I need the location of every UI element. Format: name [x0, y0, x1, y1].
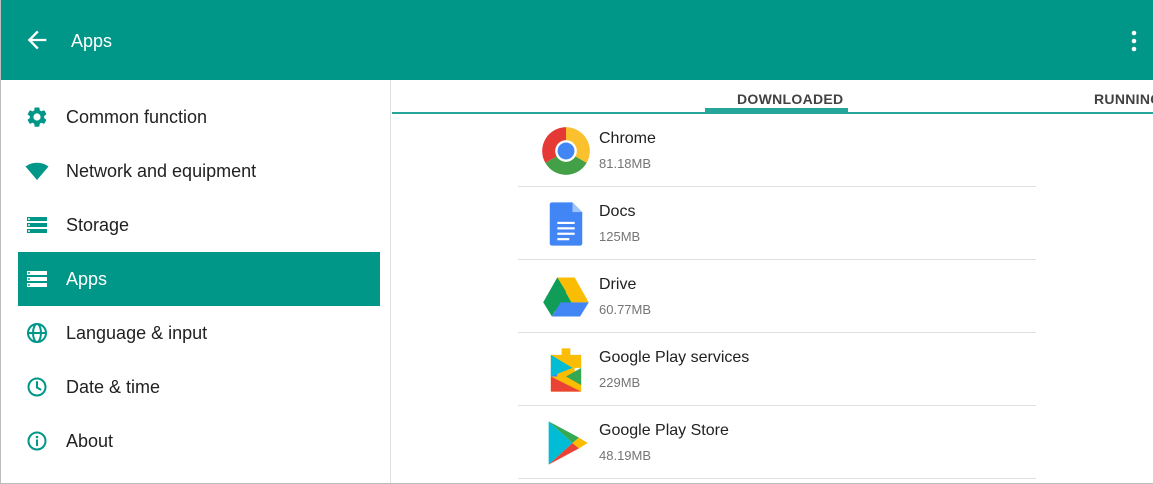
sidebar-item-label: Common function [66, 107, 208, 127]
settings-window: Apps Common function Network and equipme… [0, 0, 1153, 484]
tab-indicator [705, 108, 848, 112]
apps-panel: DOWNLOADED RUNNING Chrome 81.18MB [392, 80, 1153, 483]
app-list-item-play-services[interactable]: Google Play services 229MB [518, 333, 1036, 406]
app-list-item-drive[interactable]: Drive 60.77MB [518, 260, 1036, 333]
app-bar: Apps [1, 0, 1153, 80]
sidebar-item-label: Network and equipment [66, 161, 257, 181]
sidebar-item-apps[interactable]: Apps [18, 252, 380, 306]
app-name: Chrome [599, 130, 656, 147]
sidebar-item-network[interactable]: Network and equipment [18, 144, 380, 198]
app-name: Google Play services [599, 349, 750, 366]
app-size: 60.77MB [599, 302, 652, 317]
tab-running[interactable]: RUNNING [1094, 91, 1153, 107]
app-size: 229MB [599, 375, 641, 390]
sidebar-item-label: Language & input [66, 323, 208, 343]
app-list-item-play-store[interactable]: Google Play Store 48.19MB [518, 406, 1036, 479]
sidebar-item-label: Apps [66, 269, 108, 289]
app-name: Docs [599, 203, 636, 220]
sidebar-item-date-time[interactable]: Date & time [18, 360, 380, 414]
sidebar-item-storage[interactable]: Storage [18, 198, 380, 252]
globe-icon [27, 323, 47, 343]
page-title: Apps [71, 31, 113, 51]
sidebar-item-common-function[interactable]: Common function [18, 90, 380, 144]
docs-icon [549, 202, 583, 246]
chrome-icon [542, 127, 590, 175]
more-vert-icon[interactable] [1125, 28, 1143, 54]
app-name: Drive [599, 276, 637, 293]
play-store-icon [548, 421, 588, 465]
info-icon [27, 431, 47, 451]
storage-icon [27, 217, 47, 233]
tab-bar: DOWNLOADED RUNNING [392, 80, 1153, 114]
sidebar-item-language[interactable]: Language & input [18, 306, 380, 360]
sidebar-item-label: Date & time [66, 377, 161, 397]
drive-icon [543, 277, 589, 317]
arrow-back-icon[interactable] [23, 26, 51, 54]
app-name: Google Play Store [599, 422, 729, 439]
apps-icon [27, 271, 47, 287]
app-size: 125MB [599, 229, 641, 244]
settings-sidebar: Common function Network and equipment St… [1, 80, 391, 483]
app-size: 81.18MB [599, 156, 652, 171]
sidebar-item-label: Storage [66, 215, 130, 235]
tab-downloaded[interactable]: DOWNLOADED [737, 91, 843, 107]
app-size: 48.19MB [599, 448, 652, 463]
wifi-icon [25, 162, 49, 180]
sidebar-item-label: About [66, 431, 114, 451]
app-list-item-chrome[interactable]: Chrome 81.18MB [518, 114, 1036, 187]
gear-icon [27, 107, 47, 127]
sidebar-item-about[interactable]: About [18, 414, 380, 468]
clock-icon [27, 377, 47, 397]
play-services-icon [550, 348, 582, 392]
app-list-item-docs[interactable]: Docs 125MB [518, 187, 1036, 260]
